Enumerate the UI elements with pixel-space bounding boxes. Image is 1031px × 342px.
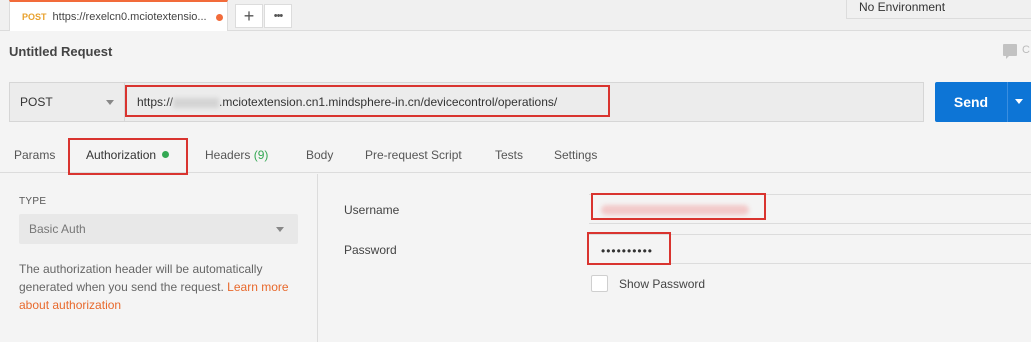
username-annotation-box xyxy=(591,193,766,220)
password-label: Password xyxy=(344,243,397,257)
tab-strip: POST https://rexelcn0.mciotextensio... +… xyxy=(0,0,1031,31)
tab-pre-request-script[interactable]: Pre-request Script xyxy=(365,148,462,162)
auth-type-value: Basic Auth xyxy=(29,222,86,236)
unsaved-dot-icon xyxy=(216,14,223,21)
comment-icon[interactable] xyxy=(1003,44,1017,59)
more-tabs-button[interactable]: ••• xyxy=(264,4,292,28)
postman-window: POST https://rexelcn0.mciotextensio... +… xyxy=(0,0,1031,342)
auth-type-select[interactable]: Basic Auth xyxy=(19,214,298,244)
chevron-down-icon xyxy=(276,227,284,232)
request-tab-method: POST xyxy=(22,11,47,22)
show-password-label[interactable]: Show Password xyxy=(619,277,705,291)
method-select[interactable]: POST xyxy=(9,82,124,122)
environment-select[interactable]: No Environment xyxy=(846,0,1031,19)
comments-label[interactable]: C xyxy=(1022,44,1030,56)
headers-count: (9) xyxy=(253,148,269,162)
url-annotation-box xyxy=(125,85,610,117)
tab-body[interactable]: Body xyxy=(306,148,333,162)
auth-type-panel: TYPE Basic Auth The authorization header… xyxy=(0,174,318,342)
send-button[interactable]: Send xyxy=(935,82,1007,122)
request-title-bar: Untitled Request C xyxy=(0,32,1031,70)
auth-help-description: The authorization header will be automat… xyxy=(19,262,263,294)
username-label: Username xyxy=(344,203,400,217)
auth-help-text: The authorization header will be automat… xyxy=(19,260,289,314)
chevron-down-icon xyxy=(1015,99,1023,104)
tab-headers[interactable]: Headers (9) xyxy=(205,148,268,162)
tab-tests[interactable]: Tests xyxy=(495,148,523,162)
show-password-checkbox[interactable] xyxy=(591,275,608,292)
type-label: TYPE xyxy=(19,196,47,207)
tab-settings[interactable]: Settings xyxy=(554,148,597,162)
tab-params[interactable]: Params xyxy=(14,148,55,162)
request-name[interactable]: Untitled Request xyxy=(9,44,112,59)
method-value: POST xyxy=(20,95,53,109)
request-tab-title: https://rexelcn0.mciotextensio... xyxy=(52,10,207,23)
tab-headers-label: Headers xyxy=(205,148,251,162)
chevron-down-icon xyxy=(106,100,114,105)
new-tab-button[interactable]: + xyxy=(235,4,263,28)
request-tab[interactable]: POST https://rexelcn0.mciotextensio... xyxy=(9,0,228,31)
password-annotation-box xyxy=(587,232,671,265)
authorization-annotation-box xyxy=(68,138,188,175)
send-options-button[interactable] xyxy=(1007,82,1031,122)
